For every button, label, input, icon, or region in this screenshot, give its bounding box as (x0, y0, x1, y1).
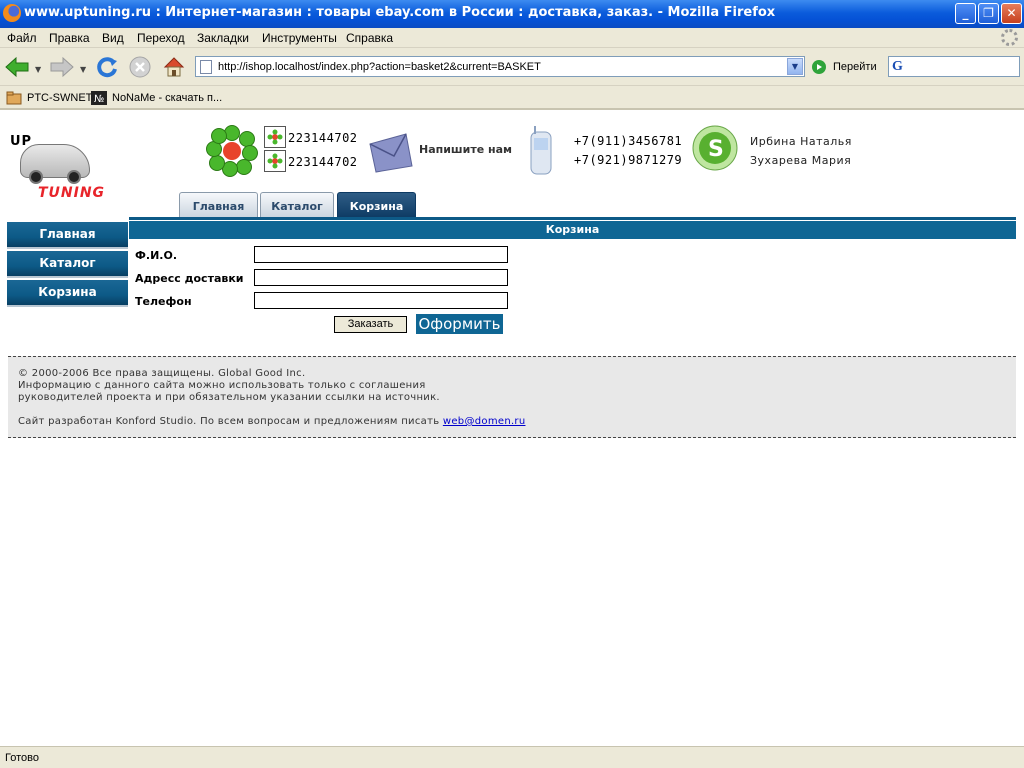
contact-name: Ирбина Наталья (750, 135, 852, 148)
cart-title: Корзина (129, 221, 1016, 239)
menu-help[interactable]: Справка (346, 31, 393, 45)
icq-status-icon[interactable] (264, 150, 286, 172)
tab-basket[interactable]: Корзина (337, 192, 416, 218)
footer-email-link[interactable]: web@domen.ru (443, 416, 526, 427)
bookmark-noname[interactable]: № NoNaMe - скачать п... (91, 91, 222, 105)
order-button[interactable]: Заказать (334, 316, 407, 333)
car-icon (20, 144, 90, 184)
page-icon (200, 60, 212, 74)
page-content: UP TUNING 223144702 223144702 Напишите н… (0, 110, 1024, 746)
address-field[interactable] (254, 269, 508, 286)
write-us-link[interactable]: Напишите нам (419, 143, 512, 156)
logo-tuning-text: TUNING (38, 185, 106, 201)
tab-catalog[interactable]: Каталог (260, 192, 334, 218)
name-label: Ф.И.О. (135, 249, 178, 262)
sidebar-item-basket[interactable]: Корзина (7, 280, 128, 307)
page-footer: © 2000-2006 Все права защищены. Global G… (8, 356, 1016, 438)
google-icon[interactable]: G (892, 59, 903, 75)
svg-text:S: S (708, 137, 724, 162)
phone-label: Телефон (135, 295, 192, 308)
tab-underline (129, 217, 1016, 220)
bookmark-ptc-swnet[interactable]: PTC-SWNET (6, 91, 92, 105)
name-field[interactable] (254, 246, 508, 263)
url-dropdown-icon[interactable]: ▼ (787, 58, 803, 75)
bookmarks-toolbar: PTC-SWNET № NoNaMe - скачать п... (0, 86, 1024, 110)
phone-number: +7(921)9871279 (574, 153, 683, 167)
skype-icon[interactable]: S (689, 124, 743, 174)
go-arrow-icon (812, 60, 826, 74)
home-icon (163, 57, 185, 77)
search-box[interactable]: G (888, 56, 1020, 77)
site-logo[interactable]: UP TUNING (10, 134, 128, 202)
checkout-button[interactable]: Оформить (416, 314, 503, 334)
phone-icon (530, 126, 552, 175)
menu-go[interactable]: Переход (137, 31, 185, 45)
home-button[interactable] (160, 54, 188, 80)
search-input[interactable] (913, 59, 1017, 74)
menu-bar: Файл Правка Вид Переход Закладки Инструм… (0, 28, 1024, 48)
go-label: Перейти (833, 61, 877, 73)
icq-number: 223144702 (288, 131, 358, 145)
maximize-button[interactable]: ❐ (978, 3, 999, 24)
copyright-text: © 2000-2006 Все права защищены. Global G… (18, 368, 306, 379)
window-title: www.uptuning.ru : Интернет-магазин : тов… (24, 5, 776, 20)
menu-bookmarks[interactable]: Закладки (197, 31, 249, 45)
navigation-toolbar: ▼ ▼ ▼ Перейти G (0, 48, 1024, 86)
footer-credits-text: Сайт разработан Konford Studio. По всем … (18, 416, 443, 427)
menu-tools[interactable]: Инструменты (262, 31, 337, 45)
address-bar[interactable]: ▼ (195, 56, 805, 77)
icq-status-icon[interactable] (264, 126, 286, 148)
close-button[interactable]: ✕ (1001, 3, 1022, 24)
window-titlebar: www.uptuning.ru : Интернет-магазин : тов… (0, 0, 1024, 28)
forward-button[interactable] (48, 54, 76, 80)
go-button[interactable]: Перейти (812, 59, 877, 75)
stop-button[interactable] (126, 54, 154, 80)
contact-name: Зухарева Мария (750, 154, 852, 167)
back-dropdown-icon[interactable]: ▼ (35, 65, 41, 74)
footer-notice-line2: руководителей проекта и при обязательном… (18, 392, 440, 403)
status-bar: Готово (0, 746, 1024, 768)
reload-icon (97, 57, 117, 78)
bookmark-label: NoNaMe - скачать п... (112, 92, 223, 104)
bookmark-folder-icon (6, 91, 22, 105)
status-text: Готово (5, 752, 39, 764)
reload-button[interactable] (93, 54, 121, 80)
footer-notice-line1: Информацию с данного сайта можно использ… (18, 380, 426, 391)
stop-icon (129, 56, 151, 78)
icq-number: 223144702 (288, 155, 358, 169)
sidebar-item-home[interactable]: Главная (7, 222, 128, 249)
menu-view[interactable]: Вид (102, 31, 124, 45)
tab-home[interactable]: Главная (179, 192, 258, 218)
url-input[interactable] (218, 58, 778, 75)
phone-number: +7(911)3456781 (574, 134, 683, 148)
sidebar-item-catalog[interactable]: Каталог (7, 251, 128, 278)
address-label: Адресс доставки (135, 272, 244, 285)
icq-flower-icon (206, 125, 258, 177)
footer-credits: Сайт разработан Konford Studio. По всем … (18, 416, 525, 427)
throbber-icon (1001, 29, 1018, 46)
back-arrow-icon (5, 56, 29, 78)
envelope-icon[interactable] (368, 130, 414, 174)
menu-edit[interactable]: Правка (49, 31, 90, 45)
menu-file[interactable]: Файл (7, 31, 37, 45)
forward-arrow-icon (50, 56, 74, 78)
minimize-button[interactable]: _ (955, 3, 976, 24)
svg-text:№: № (94, 94, 104, 105)
forward-dropdown-icon[interactable]: ▼ (80, 65, 86, 74)
phone-field[interactable] (254, 292, 508, 309)
noname-site-icon: № (91, 91, 107, 105)
bookmark-label: PTC-SWNET (27, 92, 93, 104)
back-button[interactable] (3, 54, 31, 80)
firefox-icon (3, 4, 21, 22)
